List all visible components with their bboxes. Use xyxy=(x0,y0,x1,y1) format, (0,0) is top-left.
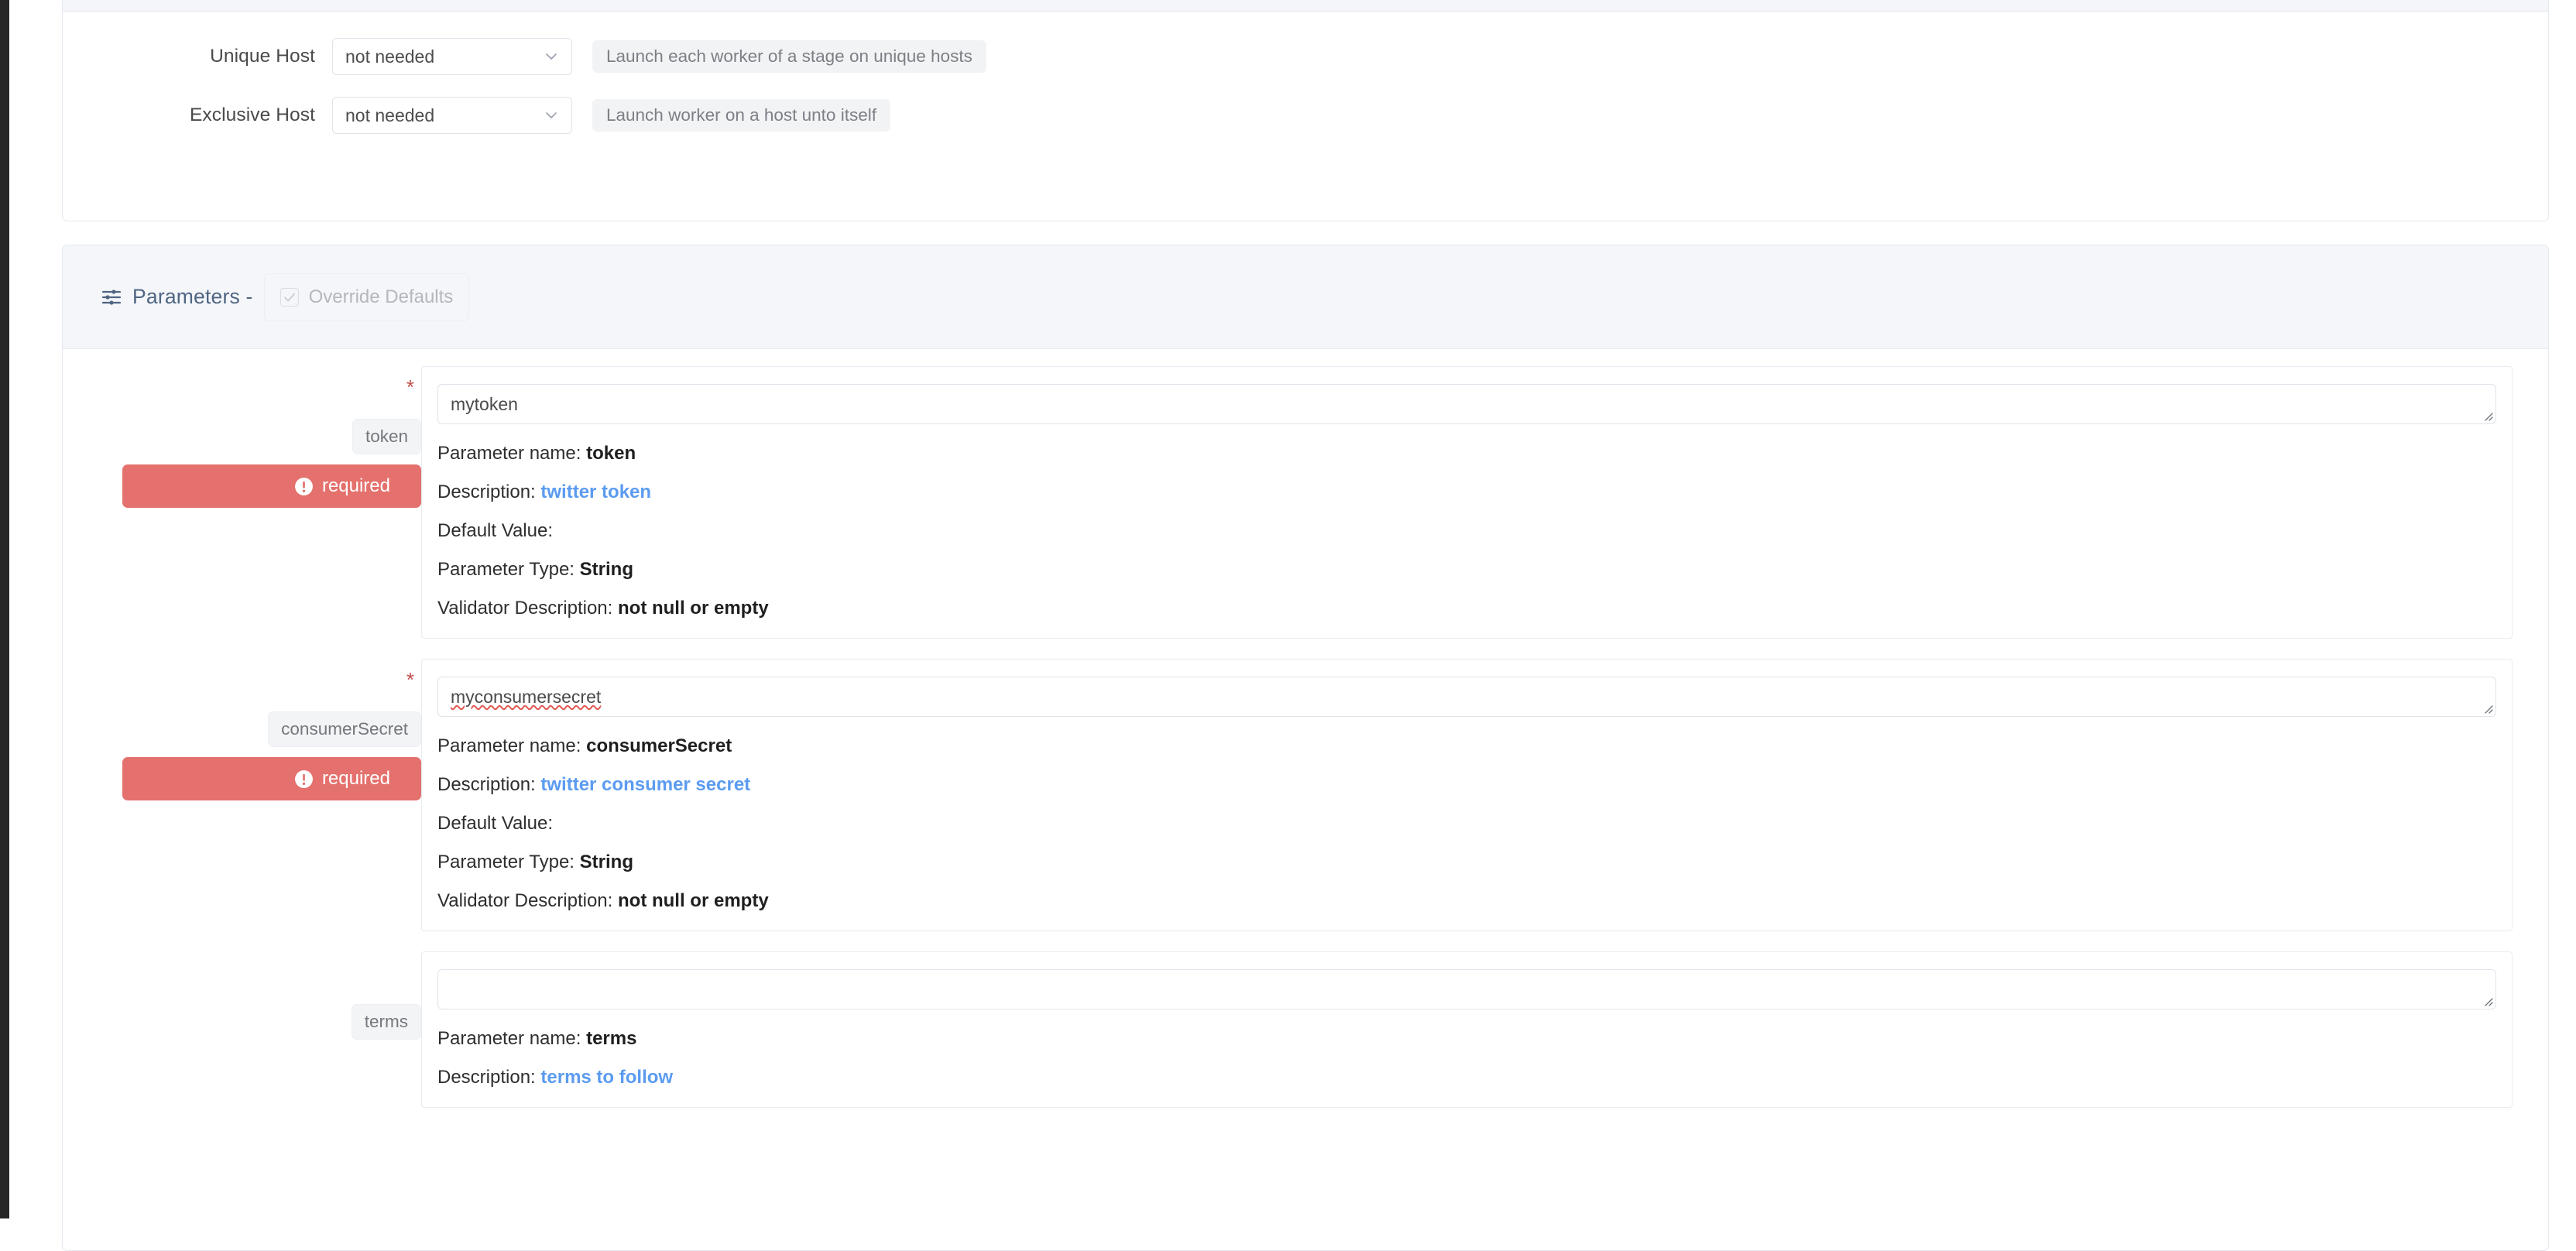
exclusive-host-select-value: not needed xyxy=(345,105,435,125)
parameter-type-label: Parameter Type: xyxy=(437,852,575,872)
parameter-description-line: Description: terms to follow xyxy=(437,1068,2496,1087)
unique-host-select[interactable]: not needed xyxy=(332,38,572,75)
parameter-validator-line: Validator Description: not null or empty xyxy=(437,892,2496,910)
parameter-type-line: Parameter Type: String xyxy=(437,853,2496,872)
unique-host-select-value: not needed xyxy=(345,46,435,67)
page-content: Unique Host not needed Launch each worke… xyxy=(9,0,2576,1251)
parameter-row: terms Parameter name: terms Description:… xyxy=(63,951,2548,1108)
parameter-default-line: Default Value: xyxy=(437,522,2496,540)
required-badge-label: required xyxy=(321,475,390,496)
parameter-description-line: Description: twitter token xyxy=(437,483,2496,502)
parameter-description-label: Description: xyxy=(437,774,536,795)
parameter-name-line: Parameter name: terms xyxy=(437,1030,2496,1048)
resize-handle-icon[interactable] xyxy=(2481,994,2493,1006)
required-asterisk: * xyxy=(406,668,414,691)
parameter-detail-card: mytoken Parameter name: token Descriptio… xyxy=(421,366,2513,639)
parameter-detail-card: myconsumersecret Parameter name: consume… xyxy=(421,659,2513,931)
parameter-name-line: Parameter name: consumerSecret xyxy=(437,737,2496,756)
host-settings-card-header xyxy=(63,0,2548,12)
override-defaults-label: Override Defaults xyxy=(308,286,454,307)
parameter-validator-label: Validator Description: xyxy=(437,890,613,911)
parameter-left-column: * consumerSecret required xyxy=(63,659,421,931)
parameter-description-label: Description: xyxy=(437,1067,536,1088)
parameter-type-label: Parameter Type: xyxy=(437,559,575,580)
parameter-row: * consumerSecret required myconsumersecr… xyxy=(63,659,2548,931)
parameter-left-column: terms xyxy=(63,951,421,1108)
parameter-value-textarea[interactable] xyxy=(437,969,2496,1009)
host-settings-card: Unique Host not needed Launch each worke… xyxy=(62,0,2549,221)
exclusive-host-hint: Launch worker on a host unto itself xyxy=(592,99,890,132)
parameter-validator-value: not null or empty xyxy=(618,598,769,619)
exclusive-host-label: Exclusive Host xyxy=(189,105,315,125)
exclusive-host-select[interactable]: not needed xyxy=(332,97,572,134)
parameters-card: Parameters - Override Defaults * token r… xyxy=(62,245,2549,1251)
host-settings-card-body: Unique Host not needed Launch each worke… xyxy=(63,12,2548,134)
parameter-name-pill: token xyxy=(352,419,421,454)
chevron-down-icon xyxy=(544,108,559,123)
parameter-description-line: Description: twitter consumer secret xyxy=(437,776,2496,794)
form-row-exclusive-host: Exclusive Host not needed Launch worker … xyxy=(63,97,2548,134)
parameter-value-text: mytoken xyxy=(451,393,518,414)
parameter-type-value: String xyxy=(579,559,633,580)
chevron-down-icon xyxy=(544,49,559,64)
parameter-validator-value: not null or empty xyxy=(618,890,769,911)
required-badge-label: required xyxy=(321,768,390,789)
parameter-value-textarea[interactable]: mytoken xyxy=(437,384,2496,424)
exclamation-circle-icon xyxy=(294,477,314,496)
parameter-description-value: twitter token xyxy=(540,482,652,502)
parameter-type-value: String xyxy=(579,852,633,872)
parameter-name-line: Parameter name: token xyxy=(437,444,2496,463)
parameter-description-value: terms to follow xyxy=(540,1067,674,1088)
parameter-name-label: Parameter name: xyxy=(437,443,581,464)
parameter-value-text: myconsumersecret xyxy=(451,686,602,707)
parameter-validator-line: Validator Description: not null or empty xyxy=(437,599,2496,618)
parameter-name-label: Parameter name: xyxy=(437,735,581,756)
override-defaults-checkbox[interactable]: Override Defaults xyxy=(263,272,470,321)
sliders-icon xyxy=(100,286,123,309)
parameter-name-value: terms xyxy=(586,1028,637,1049)
parameter-description-label: Description: xyxy=(437,482,536,502)
exclamation-circle-icon xyxy=(294,769,314,789)
parameter-row: * token required mytoken Parameter name:… xyxy=(63,366,2548,639)
unique-host-hint: Launch each worker of a stage on unique … xyxy=(592,40,986,73)
resize-handle-icon[interactable] xyxy=(2481,409,2493,421)
parameters-list: * token required mytoken Parameter name:… xyxy=(63,349,2548,1108)
required-badge: required xyxy=(122,757,421,800)
parameter-value-textarea[interactable]: myconsumersecret xyxy=(437,677,2496,717)
parameter-name-label: Parameter name: xyxy=(437,1028,581,1049)
parameter-validator-label: Validator Description: xyxy=(437,598,613,619)
parameter-name-pill: consumerSecret xyxy=(268,711,421,747)
unique-host-label: Unique Host xyxy=(210,46,315,67)
parameter-type-line: Parameter Type: String xyxy=(437,560,2496,579)
parameters-title: Parameters - xyxy=(132,285,253,308)
checkmark-icon xyxy=(280,287,299,307)
parameter-name-value: token xyxy=(586,443,636,464)
parameter-default-line: Default Value: xyxy=(437,814,2496,833)
parameter-name-pill: terms xyxy=(351,1004,421,1040)
parameter-name-value: consumerSecret xyxy=(586,735,732,756)
parameter-detail-card: Parameter name: terms Description: terms… xyxy=(421,951,2513,1108)
parameter-left-column: * token required xyxy=(63,366,421,639)
parameter-description-value: twitter consumer secret xyxy=(540,774,751,795)
resize-handle-icon[interactable] xyxy=(2481,701,2493,714)
parameter-default-label: Default Value: xyxy=(437,813,553,834)
parameter-default-label: Default Value: xyxy=(437,520,553,541)
required-asterisk: * xyxy=(406,375,414,399)
form-row-unique-host: Unique Host not needed Launch each worke… xyxy=(63,38,2548,75)
parameters-card-header: Parameters - Override Defaults xyxy=(63,245,2548,349)
app-left-rail xyxy=(0,0,9,1218)
required-badge: required xyxy=(122,464,421,508)
